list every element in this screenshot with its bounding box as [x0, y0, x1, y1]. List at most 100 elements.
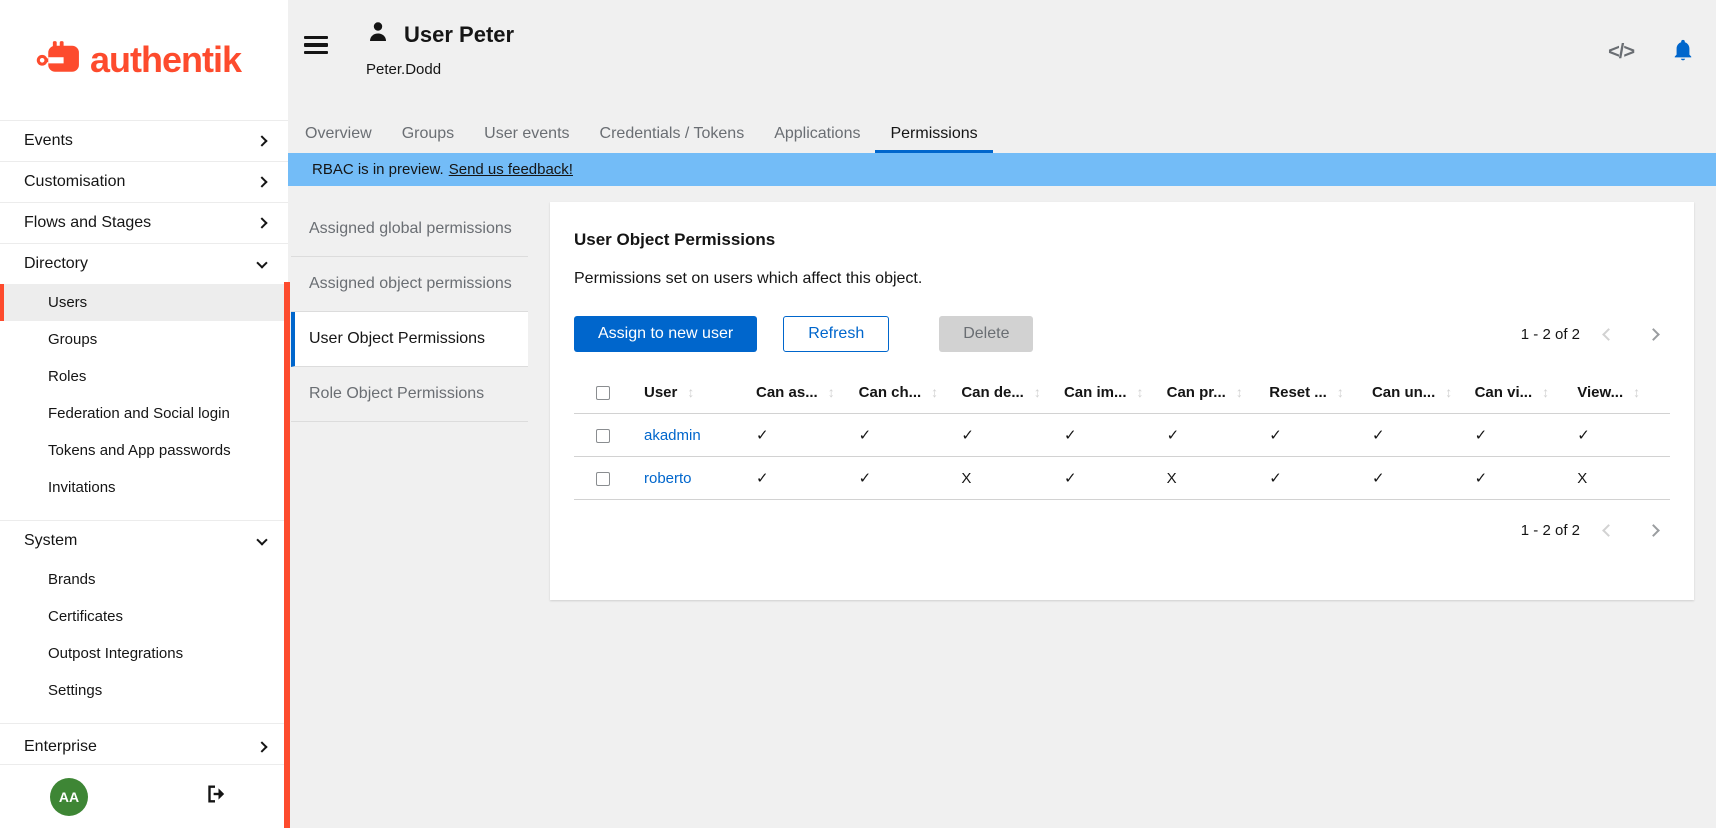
pagination-label: 1 - 2 of 2: [1521, 326, 1580, 343]
sort-icon[interactable]: ↕: [931, 384, 938, 400]
menu-icon[interactable]: [304, 36, 328, 54]
tab-overview[interactable]: Overview: [290, 115, 387, 153]
sort-icon[interactable]: ↕: [1445, 384, 1452, 400]
sign-out-icon[interactable]: [204, 783, 226, 810]
sidebar-item-directory[interactable]: Directory: [0, 244, 288, 284]
select-all-checkbox[interactable]: [596, 386, 610, 400]
sidebar-item-system[interactable]: System: [0, 521, 288, 561]
table-header-row: User↕ Can as...↕ Can ch...↕ Can de...↕ C…: [574, 372, 1670, 414]
permission-value: ✓: [1259, 457, 1362, 500]
assign-to-new-user-button[interactable]: Assign to new user: [574, 316, 757, 352]
sidebar-section-customisation: Customisation: [0, 161, 288, 202]
sidebar-item-roles[interactable]: Roles: [0, 358, 288, 395]
sidebar-item-label: Events: [24, 132, 73, 150]
user-link[interactable]: akadmin: [644, 427, 701, 444]
sidebar-scrollbar[interactable]: [284, 282, 290, 828]
sidebar-item-label: System: [24, 532, 77, 550]
tab-applications[interactable]: Applications: [759, 115, 875, 153]
permission-value: ✓: [1362, 414, 1465, 457]
sort-icon[interactable]: ↕: [1633, 384, 1640, 400]
pagination-top: 1 - 2 of 2: [1521, 326, 1658, 343]
pagination-prev-icon[interactable]: [1604, 522, 1613, 539]
tab-label: Overview: [305, 125, 372, 143]
row-checkbox[interactable]: [596, 429, 610, 443]
sidebar-item-users[interactable]: Users: [0, 284, 288, 321]
notifications-bell-icon[interactable]: [1672, 38, 1694, 67]
sidebar-section-enterprise: Enterprise: [0, 723, 288, 764]
permission-value: ✓: [1567, 414, 1670, 457]
sidebar: authentik Events Customisation Flows and…: [0, 0, 288, 828]
permission-value: X: [1567, 457, 1670, 500]
tab-permissions[interactable]: Permissions: [875, 115, 992, 153]
sidebar-item-brands[interactable]: Brands: [0, 561, 288, 598]
sidebar-item-enterprise[interactable]: Enterprise: [0, 724, 288, 764]
sidebar-item-tokens[interactable]: Tokens and App passwords: [0, 432, 288, 469]
page-subtitle: Peter.Dodd: [366, 61, 514, 78]
pagination-prev-icon[interactable]: [1604, 326, 1613, 343]
tab-label: Credentials / Tokens: [600, 125, 745, 143]
sidebar-item-label: Outpost Integrations: [48, 645, 183, 662]
side-tab-label: User Object Permissions: [309, 330, 485, 348]
table-row: roberto ✓ ✓ X ✓ X ✓ ✓ ✓ X: [574, 457, 1670, 500]
permission-value: ✓: [849, 457, 952, 500]
sidebar-section-system: System Brands Certificates Outpost Integ…: [0, 520, 288, 723]
permission-value: X: [951, 457, 1054, 500]
sort-icon[interactable]: ↕: [1236, 384, 1243, 400]
tab-user-events[interactable]: User events: [469, 115, 584, 153]
sort-icon[interactable]: ↕: [1542, 384, 1549, 400]
app-root: authentik Events Customisation Flows and…: [0, 0, 1716, 828]
chevron-down-icon: [256, 257, 267, 268]
side-tab-role-object-permissions[interactable]: Role Object Permissions: [291, 367, 528, 422]
sidebar-item-federation[interactable]: Federation and Social login: [0, 395, 288, 432]
permission-value: ✓: [1465, 457, 1568, 500]
sidebar-item-settings[interactable]: Settings: [0, 672, 288, 709]
sort-icon[interactable]: ↕: [687, 384, 694, 400]
sort-icon[interactable]: ↕: [1136, 384, 1143, 400]
permission-value: ✓: [1054, 414, 1157, 457]
sidebar-item-customisation[interactable]: Customisation: [0, 162, 288, 202]
side-tab-user-object-permissions[interactable]: User Object Permissions: [291, 312, 528, 367]
logo[interactable]: authentik: [0, 0, 288, 120]
pagination-next-icon[interactable]: [1649, 326, 1658, 343]
sort-icon[interactable]: ↕: [1034, 384, 1041, 400]
sidebar-item-outpost-integrations[interactable]: Outpost Integrations: [0, 635, 288, 672]
tab-groups[interactable]: Groups: [387, 115, 469, 153]
feedback-link[interactable]: Send us feedback!: [449, 161, 573, 178]
tab-credentials-tokens[interactable]: Credentials / Tokens: [585, 115, 760, 153]
row-checkbox[interactable]: [596, 472, 610, 486]
content-area: Assigned global permissions Assigned obj…: [288, 186, 1716, 828]
delete-button[interactable]: Delete: [939, 316, 1033, 352]
permission-value: ✓: [849, 414, 952, 457]
sidebar-item-label: Groups: [48, 331, 97, 348]
sidebar-item-label: Certificates: [48, 608, 123, 625]
sidebar-item-groups[interactable]: Groups: [0, 321, 288, 358]
column-header: Can de...: [961, 384, 1024, 401]
pagination-next-icon[interactable]: [1649, 522, 1658, 539]
column-header: Can un...: [1372, 384, 1435, 401]
logo-wordmark: authentik: [90, 39, 241, 81]
user-link[interactable]: roberto: [644, 470, 692, 487]
refresh-button[interactable]: Refresh: [783, 316, 889, 352]
sidebar-section-flows: Flows and Stages: [0, 202, 288, 243]
authentik-logo-icon: [36, 38, 82, 83]
tab-label: Applications: [774, 125, 860, 143]
sort-icon[interactable]: ↕: [1337, 384, 1344, 400]
chevron-right-icon: [256, 176, 267, 187]
sidebar-item-label: Invitations: [48, 479, 116, 496]
side-tab-assigned-object-permissions[interactable]: Assigned object permissions: [291, 257, 528, 312]
avatar[interactable]: AA: [50, 778, 88, 816]
sidebar-item-invitations[interactable]: Invitations: [0, 469, 288, 506]
rbac-preview-banner: RBAC is in preview. Send us feedback!: [288, 153, 1716, 186]
column-header: User: [644, 384, 677, 401]
sort-icon[interactable]: ↕: [828, 384, 835, 400]
api-code-icon[interactable]: </>: [1608, 41, 1634, 64]
sidebar-item-label: Customisation: [24, 173, 125, 191]
sidebar-item-events[interactable]: Events: [0, 121, 288, 161]
sidebar-item-label: Directory: [24, 255, 88, 273]
side-tab-assigned-global-permissions[interactable]: Assigned global permissions: [291, 202, 528, 257]
page-title: User Peter: [404, 22, 514, 48]
sidebar-item-certificates[interactable]: Certificates: [0, 598, 288, 635]
sidebar-item-flows-and-stages[interactable]: Flows and Stages: [0, 203, 288, 243]
page-title-block: User Peter Peter.Dodd: [366, 20, 514, 78]
sidebar-item-label: Settings: [48, 682, 102, 699]
